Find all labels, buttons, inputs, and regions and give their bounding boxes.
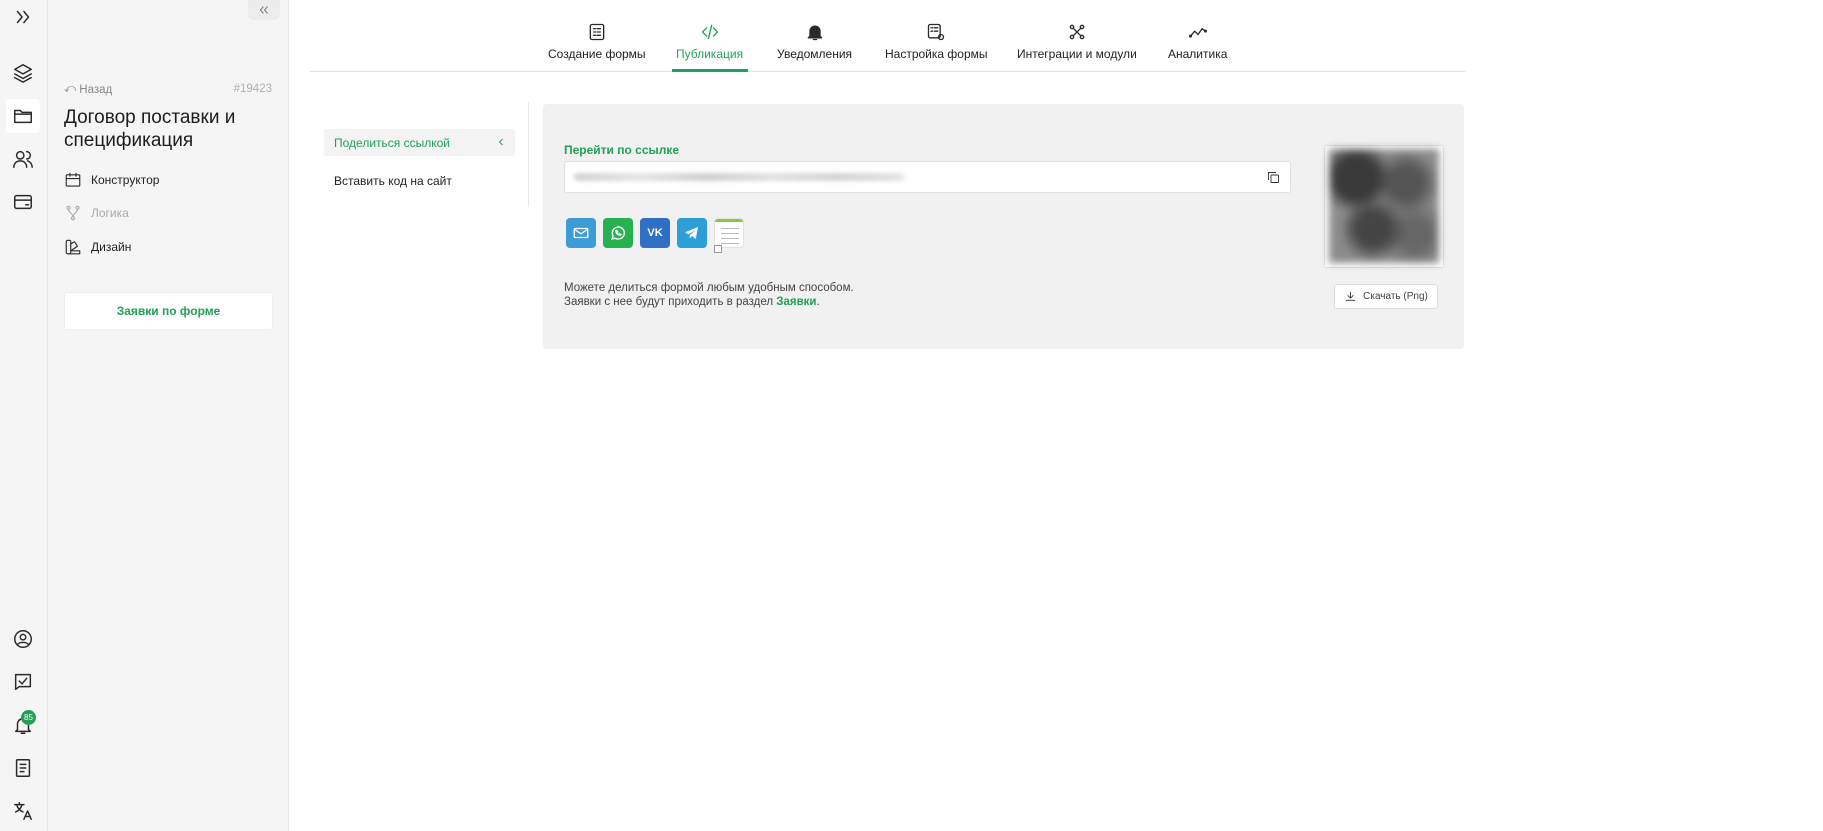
share-link-field[interactable] (564, 161, 1291, 193)
sidebar-item-design[interactable]: Дизайн (64, 238, 131, 256)
palette-icon (65, 239, 81, 255)
tab-analytics[interactable]: Аналитика (1168, 22, 1227, 61)
tab-publication[interactable]: Публикация (676, 22, 743, 61)
email-icon (573, 227, 589, 239)
form-requests-button[interactable]: Заявки по форме (64, 292, 273, 330)
icon-rail: 85 (0, 0, 48, 831)
sidebar-item-label: Конструктор (91, 173, 160, 187)
chevrons-right-icon (16, 10, 30, 24)
back-link[interactable]: ⤺ Назад (64, 83, 112, 96)
user-circle-icon (14, 630, 32, 648)
bell-icon (807, 25, 822, 41)
rail-item-profile[interactable] (6, 622, 40, 656)
share-note-text: . (816, 296, 820, 308)
tab-integrations[interactable]: Интеграции и модули (1017, 22, 1137, 61)
sidebar-item-label: Логика (91, 206, 129, 220)
share-sheet-button[interactable] (714, 218, 744, 253)
submenu-label: Поделиться ссылкой (334, 135, 450, 150)
telegram-icon (685, 227, 698, 239)
tab-label: Создание формы (548, 47, 646, 61)
form-settings-icon (928, 23, 945, 41)
chevron-left-icon (498, 138, 503, 146)
copy-icon[interactable] (1266, 170, 1281, 185)
chevrons-left-icon (259, 6, 268, 14)
sidebar-item-label: Дизайн (91, 240, 132, 254)
qr-code-image (1329, 149, 1439, 263)
users-icon (13, 150, 33, 168)
share-email-button[interactable] (566, 218, 596, 248)
rail-item-language[interactable] (6, 794, 40, 828)
submenu-share-link[interactable]: Поделиться ссылкой (324, 129, 515, 156)
sheet-icon (714, 219, 743, 253)
qr-code (1324, 145, 1444, 268)
expand-rail-button[interactable] (6, 0, 40, 34)
calendar-icon (65, 172, 81, 187)
folder-icon (14, 109, 32, 124)
form-id: #19423 (233, 83, 272, 95)
tab-create-form[interactable]: Создание формы (548, 22, 646, 61)
share-note: Можете делиться формой любым удобным спо… (564, 281, 854, 309)
sidebar-item-logic[interactable]: Логика (64, 204, 129, 222)
share-note-text: Заявки с нее будут приходить в раздел (564, 296, 777, 308)
notifications-badge: 85 (21, 710, 36, 725)
branch-icon (66, 205, 80, 221)
rail-item-docs[interactable] (6, 751, 40, 785)
form-sidebar: ⤺ Назад #19423 Договор поставки и специф… (48, 0, 289, 831)
share-telegram-button[interactable] (677, 218, 707, 248)
rail-item-forms[interactable] (6, 99, 40, 133)
share-whatsapp-button[interactable] (603, 218, 633, 248)
checklist-icon (14, 673, 32, 691)
tab-notifications[interactable]: Уведомления (777, 22, 852, 61)
submenu-embed-code[interactable]: Вставить код на сайт (324, 167, 515, 194)
download-qr-button[interactable]: Скачать (Png) (1334, 284, 1438, 309)
rail-item-projects[interactable] (6, 56, 40, 90)
tab-bar: Создание формы Публикация Уведомления На… (310, 0, 1465, 72)
undo-icon: ⤺ (64, 83, 77, 95)
rail-item-notifications[interactable]: 85 (6, 708, 40, 742)
download-label: Скачать (Png) (1363, 291, 1428, 302)
vk-icon: VK (647, 227, 663, 239)
whatsapp-icon (610, 226, 625, 240)
tab-label: Уведомления (777, 47, 853, 61)
share-channels: VK (566, 218, 744, 253)
tab-label: Настройка формы (885, 47, 988, 61)
tab-label: Публикация (676, 47, 744, 61)
book-icon (15, 759, 31, 777)
submenu-label: Вставить код на сайт (334, 173, 452, 188)
form-title: Договор поставки и спецификация (64, 107, 236, 151)
rail-item-users[interactable] (6, 142, 40, 176)
rail-item-tasks[interactable] (6, 665, 40, 699)
share-panel: Перейти по ссылке VK Можете делиться фор… (543, 104, 1464, 349)
layers-icon (14, 64, 32, 83)
rail-item-billing[interactable] (6, 185, 40, 219)
tab-label: Аналитика (1168, 47, 1228, 61)
code-icon (701, 24, 718, 40)
translate-icon (14, 802, 32, 820)
download-icon (1345, 291, 1356, 301)
share-note-line-2: Заявки с нее будут приходить в раздел За… (564, 295, 854, 309)
integrations-icon (1069, 24, 1085, 40)
back-label: Назад (79, 83, 113, 96)
share-link-value (574, 173, 904, 181)
collapse-sidebar-button[interactable] (248, 0, 280, 20)
share-vk-button[interactable]: VK (640, 218, 670, 248)
form-list-icon (589, 23, 605, 41)
requests-link[interactable]: Заявки (776, 296, 816, 308)
tab-form-settings[interactable]: Настройка формы (885, 22, 988, 61)
active-tab-indicator (672, 69, 748, 72)
sidebar-item-constructor[interactable]: Конструктор (64, 171, 159, 189)
publication-submenu: Поделиться ссылкой Вставить код на сайт (324, 102, 529, 207)
link-label: Перейти по ссылке (564, 143, 680, 157)
analytics-icon (1188, 28, 1207, 38)
tab-label: Интеграции и модули (1017, 47, 1137, 61)
wallet-icon (14, 194, 32, 210)
share-note-line-1: Можете делиться формой любым удобным спо… (564, 282, 854, 294)
